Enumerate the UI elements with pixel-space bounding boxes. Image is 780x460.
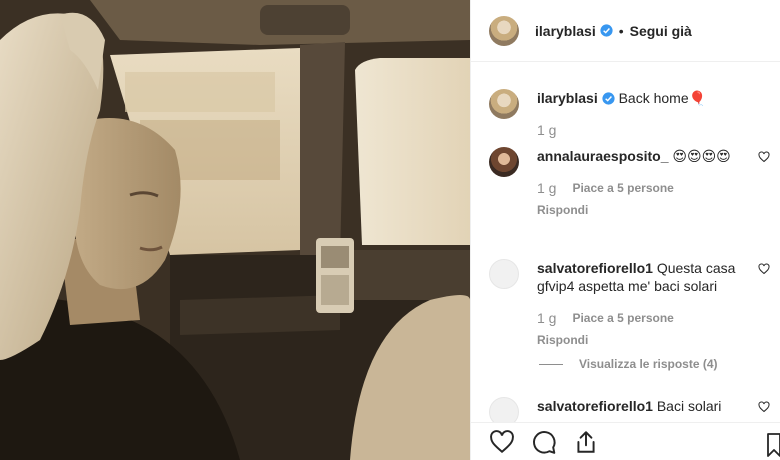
- caption-username[interactable]: ilaryblasi: [537, 90, 598, 106]
- reply-button[interactable]: Rispondi: [537, 201, 757, 219]
- comment-item: salvatorefiorello1 Questa casa gfvip4 as…: [489, 259, 774, 349]
- separator-dot: •: [618, 22, 624, 39]
- author-avatar[interactable]: [489, 15, 519, 46]
- comment-text: Baci solari: [656, 398, 722, 414]
- comment-like-heart-icon[interactable]: [758, 151, 770, 163]
- caption: ilaryblasi Back home🎈 1 g: [489, 89, 774, 139]
- view-replies-line: [539, 363, 563, 365]
- caption-avatar[interactable]: [489, 89, 519, 119]
- caption-text: Back home: [618, 90, 689, 106]
- comment-like-heart-icon[interactable]: [758, 263, 770, 275]
- comment-text: 😍😍😍😍: [672, 148, 731, 164]
- heart-icon[interactable]: [489, 429, 515, 455]
- commenter-avatar[interactable]: [489, 147, 519, 177]
- comment-item: annalauraesposito_ 😍😍😍😍 1 g Piace a 5 pe…: [489, 147, 774, 219]
- commenter-avatar[interactable]: [489, 397, 519, 423]
- post-header: ilaryblasi • Segui già: [471, 0, 780, 62]
- comments-list[interactable]: ilaryblasi Back home🎈 1 g annalauraespos…: [471, 63, 780, 423]
- comment-item: salvatorefiorello1 Baci solari: [489, 397, 774, 423]
- commenter-avatar[interactable]: [489, 259, 519, 289]
- view-replies-label: Visualizza le risposte (4): [579, 357, 718, 371]
- post-photo[interactable]: [0, 0, 470, 460]
- comment-likes[interactable]: Piace a 5 persone: [572, 179, 673, 197]
- post-sidebar: ilaryblasi • Segui già ilaryblasi Back h…: [470, 0, 780, 460]
- post-image: [0, 0, 470, 460]
- commenter-username[interactable]: annalauraesposito_: [537, 148, 669, 164]
- caption-time[interactable]: 1 g: [537, 121, 556, 139]
- verified-badge-icon: [600, 24, 613, 37]
- verified-badge-icon: [602, 92, 615, 105]
- comment-time[interactable]: 1 g: [537, 179, 556, 197]
- post-actions-bar: [471, 422, 780, 460]
- bookmark-icon[interactable]: [767, 433, 780, 457]
- share-icon[interactable]: [573, 429, 599, 455]
- comment-like-heart-icon[interactable]: [758, 401, 770, 413]
- comment-likes[interactable]: Piace a 5 persone: [572, 309, 673, 327]
- follow-button[interactable]: Segui già: [630, 23, 692, 39]
- commenter-username[interactable]: salvatorefiorello1: [537, 260, 653, 276]
- balloon-emoji: 🎈: [688, 90, 707, 106]
- author-username[interactable]: ilaryblasi: [535, 23, 596, 39]
- reply-button[interactable]: Rispondi: [537, 331, 757, 349]
- comment-time[interactable]: 1 g: [537, 309, 556, 327]
- commenter-username[interactable]: salvatorefiorello1: [537, 398, 653, 414]
- view-replies-button[interactable]: Visualizza le risposte (4): [539, 357, 718, 371]
- comment-icon[interactable]: [531, 429, 557, 455]
